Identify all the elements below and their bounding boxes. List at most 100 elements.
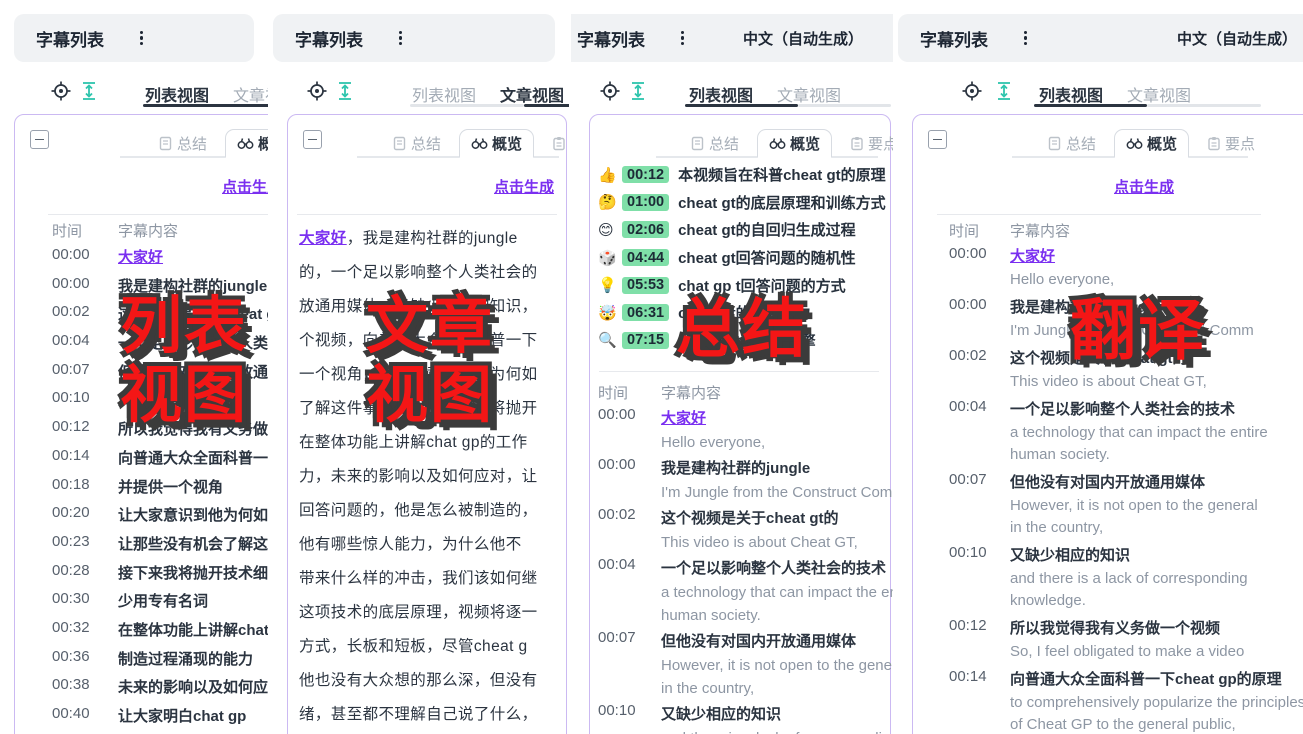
subtitle-row[interactable]: 00:04一个足以影响整个人类社会的技术a technology that ca… bbox=[571, 556, 893, 627]
article-line: 力，未来的影响以及如何应对，让 bbox=[299, 460, 569, 494]
timestamp-badge[interactable]: 01:00 bbox=[622, 194, 669, 211]
collapse-button[interactable] bbox=[928, 130, 947, 149]
subtitle-row[interactable]: 00:36制造过程涌现的能力 bbox=[0, 648, 268, 677]
subtitle-row[interactable]: 00:02这个视频是关于cheat gt的This video is about… bbox=[571, 506, 893, 554]
subtitle-row[interactable]: 00:18并提供一个视角 bbox=[0, 476, 268, 505]
summary-item[interactable]: 🤯06:31cheat gt的惊人能力 bbox=[598, 299, 893, 327]
article-line: 带来什么样的冲击，我们该如何继 bbox=[299, 562, 569, 596]
tab-overview[interactable]: 概览 bbox=[459, 129, 534, 158]
subtitle-text-link[interactable]: 大家好 bbox=[1010, 245, 1303, 269]
subtitle-row[interactable]: 00:04一个足以影响整个人类社会的技术a technology that ca… bbox=[897, 398, 1303, 466]
summary-emoji-icon: 🤔 bbox=[598, 193, 622, 211]
subtitle-row[interactable]: 00:38未来的影响以及如何应对 bbox=[0, 676, 268, 705]
generate-link[interactable]: 点击生成 bbox=[494, 176, 554, 197]
timestamp-badge[interactable]: 06:31 bbox=[622, 304, 669, 321]
crosshair-icon[interactable] bbox=[50, 80, 72, 102]
panel-list-view: 字幕列表 列表视图 文章视图 总结 概览 要点 点击生成 时间 字幕内容 00:… bbox=[0, 0, 268, 734]
tab-keypoints[interactable]: 要点 bbox=[842, 130, 893, 157]
subtitle-row[interactable]: 00:28接下来我将抛开技术细节 bbox=[0, 562, 268, 591]
subtitle-row[interactable]: 00:00我是建构社群的jungle bbox=[0, 275, 268, 304]
tab-overview[interactable]: 概览 bbox=[225, 129, 268, 158]
tab-list-view[interactable]: 列表视图 bbox=[412, 82, 476, 106]
tab-article-view[interactable]: 文章视图 bbox=[777, 82, 841, 106]
timestamp-badge[interactable]: 04:44 bbox=[622, 249, 669, 266]
tab-list-view[interactable]: 列表视图 bbox=[689, 82, 753, 106]
summary-item[interactable]: 🎲04:44cheat gt回答问题的随机性 bbox=[598, 244, 893, 272]
subtitle-row[interactable]: 00:00我是建构社群的jungleI'm Jungle from the Co… bbox=[897, 296, 1303, 342]
subtitle-row[interactable]: 00:10又缺少相应的知识and there is a lack of corr… bbox=[571, 702, 893, 734]
subtitle-row[interactable]: 00:07但他没有对国内开放通用媒体 bbox=[0, 361, 268, 390]
tab-overview[interactable]: 概览 bbox=[1114, 129, 1189, 158]
subtitle-row[interactable]: 00:14向普通大众全面科普一下cheat gp的原理 bbox=[0, 447, 268, 476]
subtitle-time: 00:10 bbox=[52, 389, 90, 406]
article-lead-link[interactable]: 大家好 bbox=[299, 230, 347, 247]
timestamp-badge[interactable]: 00:12 bbox=[622, 166, 669, 183]
subtitle-row[interactable]: 00:32在整体功能上讲解chat gp的工作方式 bbox=[0, 619, 268, 648]
tab-list-view[interactable]: 列表视图 bbox=[1039, 82, 1103, 106]
subtitle-row[interactable]: 00:02这个视频是关于cheat gt的 bbox=[0, 303, 268, 332]
subtitle-text: 让大家明白chat gp bbox=[118, 705, 246, 726]
subtitle-row[interactable]: 00:04一个足以影响整个人类社会的技术 bbox=[0, 332, 268, 361]
tab-article-view[interactable]: 文章视图 bbox=[500, 82, 564, 106]
timestamp-badge[interactable]: 05:53 bbox=[622, 277, 669, 294]
kebab-menu-icon[interactable] bbox=[399, 31, 402, 46]
timestamp-badge[interactable]: 02:06 bbox=[622, 221, 669, 238]
collapse-button[interactable] bbox=[30, 130, 49, 149]
subtitle-row[interactable]: 00:40让大家明白chat gp bbox=[0, 705, 268, 734]
tab-keypoints[interactable]: 要点 bbox=[1199, 130, 1263, 157]
subtitle-row[interactable]: 00:02这个视频是关于cheat gt的This video is about… bbox=[897, 347, 1303, 393]
tab-article-view[interactable]: 文章视图 bbox=[233, 82, 268, 106]
tab-article-view[interactable]: 文章视图 bbox=[1127, 82, 1191, 106]
subtitle-row[interactable]: 00:10又缺少相应的知识and there is a lack of corr… bbox=[897, 544, 1303, 612]
timestamp-badge[interactable]: 07:15 bbox=[622, 332, 669, 349]
subtitle-row[interactable]: 00:12所以我觉得我有义务做一个视频 bbox=[0, 418, 268, 447]
subtitle-row[interactable]: 00:00大家好Hello everyone, bbox=[571, 406, 893, 454]
generate-link[interactable]: 点击生成 bbox=[222, 176, 268, 197]
tab-summary[interactable]: 总结 bbox=[1039, 130, 1104, 157]
collapse-button[interactable] bbox=[303, 130, 322, 149]
tab-summary[interactable]: 总结 bbox=[384, 130, 449, 157]
crosshair-icon[interactable] bbox=[961, 80, 983, 102]
kebab-menu-icon[interactable] bbox=[1024, 31, 1027, 46]
subtitle-row[interactable]: 00:23让那些没有机会了解这件事的人 bbox=[0, 533, 268, 562]
subtitle-row[interactable]: 00:07但他没有对国内开放通用媒体However, it is not ope… bbox=[571, 629, 893, 700]
tab-keypoints[interactable]: 要点 bbox=[544, 130, 569, 157]
subtitle-time: 00:00 bbox=[949, 296, 987, 313]
summary-item[interactable]: 👍00:12本视频旨在科普cheat gt的原理 bbox=[598, 161, 893, 189]
subtitle-time: 00:04 bbox=[52, 332, 90, 349]
tab-summary[interactable]: 总结 bbox=[682, 130, 747, 157]
subtitle-time: 00:20 bbox=[52, 504, 90, 521]
summary-item[interactable]: 💡05:53chat gp t回答问题的方式 bbox=[598, 271, 893, 299]
subtitle-row[interactable]: 00:30少用专有名词 bbox=[0, 590, 268, 619]
kebab-menu-icon[interactable] bbox=[681, 31, 684, 46]
panel-summary-view: 字幕列表 中文（自动生成） 列表视图 文章视图 总结 概览 要点 👍00:12本… bbox=[571, 0, 893, 734]
tab-overview[interactable]: 概览 bbox=[757, 129, 832, 158]
divider bbox=[48, 214, 268, 215]
subtitle-row[interactable]: 00:14向普通大众全面科普一下cheat gp的原理to comprehens… bbox=[897, 668, 1303, 734]
summary-item[interactable]: 🔍07:15chat gp t与搜索引擎 bbox=[598, 327, 893, 355]
subtitle-text-link[interactable]: 大家好 bbox=[118, 246, 163, 267]
vertical-fit-icon[interactable] bbox=[993, 80, 1015, 102]
tab-summary[interactable]: 总结 bbox=[150, 130, 215, 157]
generate-link[interactable]: 点击生成 bbox=[1114, 176, 1174, 197]
vertical-fit-icon[interactable] bbox=[334, 80, 356, 102]
vertical-fit-icon[interactable] bbox=[627, 80, 649, 102]
crosshair-icon[interactable] bbox=[599, 80, 621, 102]
subtitle-row[interactable]: 00:07但他没有对国内开放通用媒体However, it is not ope… bbox=[897, 471, 1303, 539]
summary-item[interactable]: 🤔01:00cheat gt的底层原理和训练方式 bbox=[598, 189, 893, 217]
subtitle-row[interactable]: 00:00大家好 bbox=[0, 246, 268, 275]
kebab-menu-icon[interactable] bbox=[140, 31, 143, 46]
summary-item[interactable]: 😊02:06cheat gt的自回归生成过程 bbox=[598, 216, 893, 244]
subtitle-text-link[interactable]: 大家好 bbox=[661, 406, 893, 431]
vertical-fit-icon[interactable] bbox=[78, 80, 100, 102]
subtitle-row[interactable]: 00:10又缺少相应的知识 bbox=[0, 389, 268, 418]
divider bbox=[937, 214, 1261, 215]
subtitle-row[interactable]: 00:00我是建构社群的jungleI'm Jungle from the Co… bbox=[571, 456, 893, 504]
subtitle-row[interactable]: 00:20让大家意识到他为何如此轰动 bbox=[0, 504, 268, 533]
subtitle-text: 又缺少相应的知识 bbox=[1010, 544, 1303, 568]
subtitle-row[interactable]: 00:12所以我觉得我有义务做一个视频So, I feel obligated … bbox=[897, 617, 1303, 663]
crosshair-icon[interactable] bbox=[306, 80, 328, 102]
tab-list-view[interactable]: 列表视图 bbox=[145, 82, 209, 106]
page-title: 字幕列表 bbox=[920, 26, 988, 51]
subtitle-row[interactable]: 00:00大家好Hello everyone, bbox=[897, 245, 1303, 291]
